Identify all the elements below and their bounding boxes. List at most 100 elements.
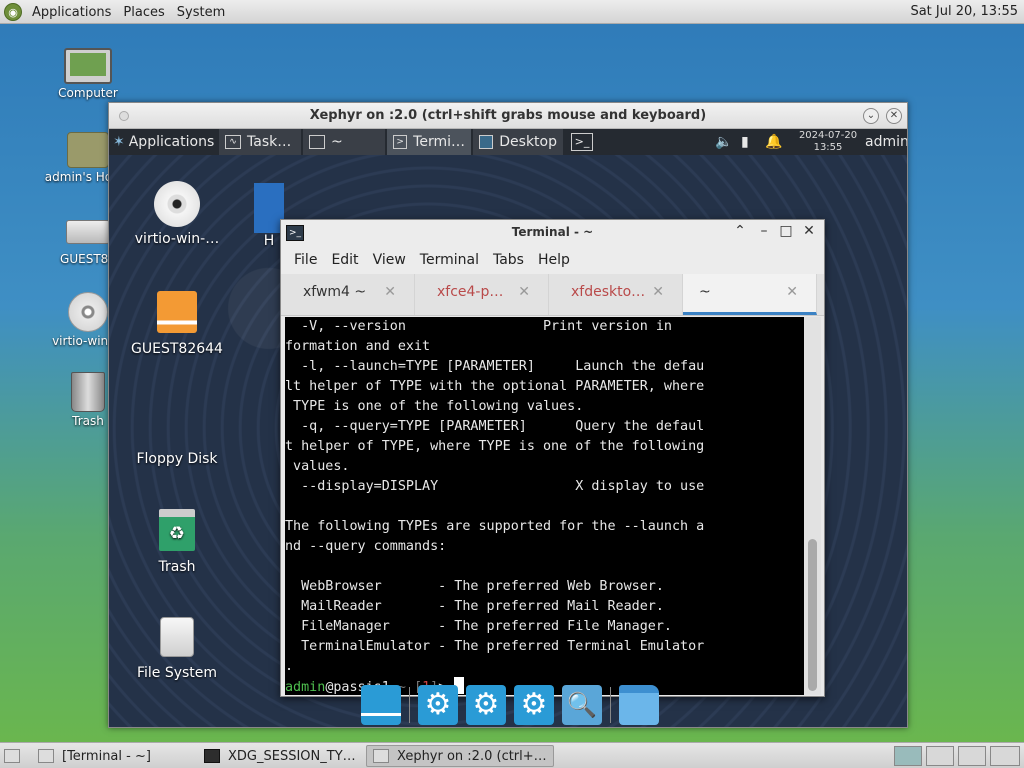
menu-edit[interactable]: Edit <box>324 252 365 268</box>
outer-top-panel: ◉ Applications Places System Sat Jul 20,… <box>0 0 1024 24</box>
minimize-icon[interactable]: – <box>755 223 773 239</box>
close-icon[interactable]: ✕ <box>800 223 818 239</box>
inner-icon-floppy[interactable]: Floppy Disk <box>127 451 227 467</box>
taskbar-xdg-session[interactable]: XDG_SESSION_TY… <box>198 745 362 767</box>
prompt-user: admin <box>285 680 326 695</box>
drive-icon <box>157 291 197 333</box>
inner-icon-filesystem[interactable]: File System <box>127 617 227 681</box>
home-window-button[interactable]: ~ <box>303 129 385 155</box>
inner-clock-time: 13:55 <box>813 142 843 153</box>
close-button[interactable]: ✕ <box>886 108 902 124</box>
menu-places[interactable]: Places <box>121 5 166 20</box>
taskbar-xephyr[interactable]: Xephyr on :2.0 (ctrl+… <box>366 745 554 767</box>
applications-label: Applications <box>128 134 215 150</box>
desktop-icon <box>479 135 494 149</box>
scrollbar-thumb[interactable] <box>808 539 817 691</box>
inner-icon-virtio[interactable]: virtio-win-… <box>127 181 227 247</box>
task-manager-button[interactable]: ∿ Task… <box>219 129 301 155</box>
window-icon <box>309 135 325 149</box>
xfce-applications-menu[interactable]: ✶ Applications <box>113 129 214 155</box>
minimize-button[interactable]: ⌄ <box>863 108 879 124</box>
terminal-tabbar: xfwm4 ~ ✕ xfce4-p… ✕ xfdeskto… ✕ ~ ✕ <box>281 274 824 316</box>
task-label: Task… <box>247 134 292 150</box>
distro-logo-icon[interactable]: ◉ <box>4 3 22 21</box>
terminal-launcher[interactable]: >_ <box>571 129 599 155</box>
workspace-2[interactable] <box>926 746 954 766</box>
maximize-icon[interactable]: □ <box>777 223 795 239</box>
taskbar-label: [Terminal - ~] <box>62 748 151 764</box>
settings-gear-icon[interactable]: ⚙ <box>514 685 554 725</box>
tab-label: xfdeskto… <box>571 284 646 300</box>
tab-xfce4-panel[interactable]: xfce4-p… ✕ <box>415 274 549 315</box>
task-label: Desktop <box>499 134 557 150</box>
tab-label: xfce4-p… <box>437 284 504 300</box>
workspace-4[interactable] <box>990 746 1020 766</box>
terminal-line: MailReader - The preferred Mail Reader. <box>285 599 664 614</box>
xfce-logo-icon: ✶ <box>113 134 125 150</box>
tab-close-icon[interactable]: ✕ <box>518 284 530 300</box>
optical-disc-icon <box>154 181 200 227</box>
xfce-panel: ✶ Applications ∿ Task… ~ > Termi… Deskto… <box>109 129 907 155</box>
taskbar-label: Xephyr on :2.0 (ctrl+… <box>397 748 547 764</box>
drive-icon <box>66 220 110 244</box>
menu-file[interactable]: File <box>287 252 324 268</box>
menu-help[interactable]: Help <box>531 252 577 268</box>
taskbar-terminal[interactable]: [Terminal - ~] <box>32 745 157 767</box>
inner-icon-label: virtio-win-… <box>134 231 220 247</box>
battery-icon[interactable]: ▮ <box>741 129 749 155</box>
show-desktop-icon[interactable] <box>361 685 401 725</box>
terminal-line: . <box>285 659 294 674</box>
xephyr-window[interactable]: Xephyr on :2.0 (ctrl+shift grabs mouse a… <box>108 102 908 728</box>
settings-gear-icon[interactable]: ⚙ <box>466 685 506 725</box>
trash-icon <box>71 372 105 412</box>
show-desktop-button[interactable] <box>2 745 22 767</box>
inner-icon-trash[interactable]: ♻ Trash <box>127 509 227 575</box>
search-icon[interactable]: 🔍 <box>562 685 602 725</box>
terminal-line: TerminalEmulator - The preferred Termina… <box>285 639 705 654</box>
volume-icon[interactable]: 🔈 <box>715 129 732 155</box>
settings-gear-icon[interactable]: ⚙ <box>418 685 458 725</box>
tab-close-icon[interactable]: ✕ <box>384 284 396 300</box>
folder-icon[interactable] <box>619 685 659 725</box>
tab-close-icon[interactable]: ✕ <box>786 284 798 300</box>
terminal-window-button[interactable]: > Termi… <box>387 129 471 155</box>
tab-xfdesktop[interactable]: xfdeskto… ✕ <box>549 274 683 315</box>
inner-icon-guest-drive[interactable]: GUEST82644 <box>127 291 227 357</box>
terminal-output[interactable]: -V, --version Print version in formation… <box>285 317 805 695</box>
tab-home[interactable]: ~ ✕ <box>683 274 817 315</box>
tab-close-icon[interactable]: ✕ <box>652 284 664 300</box>
terminal-scrollbar[interactable] <box>804 317 821 695</box>
terminal-icon <box>38 749 54 763</box>
menu-system[interactable]: System <box>175 5 227 20</box>
inner-icon-label: File System <box>136 665 218 681</box>
terminal-window[interactable]: >_ Terminal - ~ ⌃ – □ ✕ File Edit View T… <box>280 219 825 697</box>
xephyr-titlebar[interactable]: Xephyr on :2.0 (ctrl+shift grabs mouse a… <box>109 103 907 129</box>
inner-icon-label: Trash <box>158 559 196 575</box>
user-menu[interactable]: admin <box>865 129 907 155</box>
menu-view[interactable]: View <box>366 252 413 268</box>
inner-clock[interactable]: 2024-07-20 13:55 <box>793 130 863 154</box>
terminal-line: lt helper of TYPE with the optional PARA… <box>285 379 705 394</box>
menu-applications[interactable]: Applications <box>30 5 113 20</box>
recycle-icon: ♻ <box>159 509 195 551</box>
tab-xfwm4[interactable]: xfwm4 ~ ✕ <box>281 274 415 315</box>
outer-clock[interactable]: Sat Jul 20, 13:55 <box>910 4 1018 19</box>
chevron-up-icon[interactable]: ⌃ <box>731 223 749 239</box>
terminal-line: WebBrowser - The preferred Web Browser. <box>285 579 664 594</box>
terminal-line: values. <box>285 459 350 474</box>
workspace-1[interactable] <box>894 746 922 766</box>
desktop-icon-computer[interactable]: Computer <box>40 48 136 100</box>
terminal-line: -q, --query=TYPE [PARAMETER] Query the d… <box>285 419 705 434</box>
desktop-window-button[interactable]: Desktop <box>473 129 563 155</box>
show-desktop-icon <box>4 749 20 763</box>
xephyr-title: Xephyr on :2.0 (ctrl+shift grabs mouse a… <box>309 108 707 123</box>
terminal-icon: > <box>393 135 408 149</box>
menu-terminal[interactable]: Terminal <box>413 252 486 268</box>
notification-bell-icon[interactable]: 🔔 <box>765 129 782 155</box>
terminal-titlebar[interactable]: >_ Terminal - ~ ⌃ – □ ✕ <box>281 220 824 246</box>
workspace-3[interactable] <box>958 746 986 766</box>
tab-label: ~ <box>699 284 711 300</box>
menu-tabs[interactable]: Tabs <box>486 252 531 268</box>
terminal-line: FileManager - The preferred File Manager… <box>285 619 672 634</box>
